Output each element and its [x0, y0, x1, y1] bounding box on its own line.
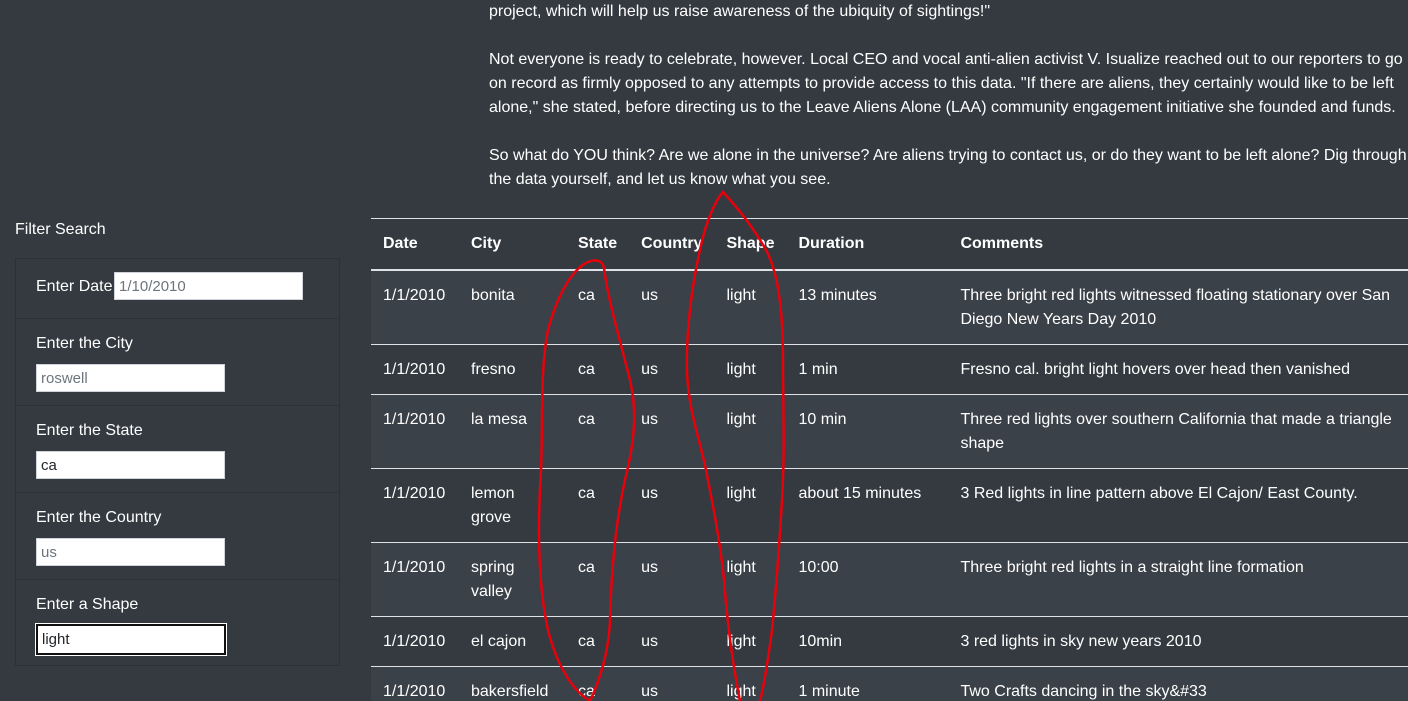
- table-row: 1/1/2010 bonita ca us light 13 minutes Three b…: [371, 270, 1408, 345]
- cell-country: us: [629, 468, 715, 543]
- cell-city: bonita: [459, 270, 566, 345]
- article-paragraph: So what do YOU think? Are we alone in th…: [489, 147, 1407, 188]
- cell-comments: Three red lights over southern Californi…: [948, 394, 1408, 469]
- cell-shape: light: [714, 542, 787, 617]
- cell-country: us: [629, 270, 715, 345]
- article-text: us in our search for aliens — and in hel…: [489, 0, 1408, 216]
- filter-group-date: Enter Date: [16, 259, 339, 319]
- cell-country: us: [629, 616, 715, 667]
- cell-city: el cajon: [459, 616, 566, 667]
- cell-date: 1/1/2010: [371, 394, 459, 469]
- cell-state: ca: [566, 344, 630, 395]
- cell-duration: 1 minute: [786, 666, 949, 701]
- cell-date: 1/1/2010: [371, 468, 459, 543]
- cell-state: ca: [566, 468, 630, 543]
- cell-city: la mesa: [459, 394, 566, 469]
- city-input[interactable]: [36, 364, 225, 392]
- cell-shape: light: [714, 270, 787, 345]
- page: us in our search for aliens — and in hel…: [0, 0, 1408, 701]
- filter-panel: Enter Date Enter the City Enter the Stat…: [15, 258, 340, 666]
- cell-duration: about 15 minutes: [786, 468, 949, 543]
- cell-state: ca: [566, 616, 630, 667]
- state-label: Enter the State: [36, 422, 143, 439]
- header-country: Country: [629, 218, 715, 271]
- cell-country: us: [629, 542, 715, 617]
- cell-country: us: [629, 666, 715, 701]
- cell-shape: light: [714, 666, 787, 701]
- filter-group-shape: Enter a Shape: [16, 580, 339, 665]
- cell-city: bakersfield: [459, 666, 566, 701]
- cell-city: spring valley: [459, 542, 566, 617]
- article-paragraph: us in our search for aliens — and in hel…: [489, 3, 991, 20]
- cell-duration: 10:00: [786, 542, 949, 617]
- cell-comments: Three bright red lights witnessed floati…: [948, 270, 1408, 345]
- country-label: Enter the Country: [36, 509, 162, 526]
- country-input[interactable]: [36, 538, 225, 566]
- cell-shape: light: [714, 344, 787, 395]
- cell-date: 1/1/2010: [371, 666, 459, 701]
- cell-duration: 10min: [786, 616, 949, 667]
- cell-comments: 3 Red lights in line pattern above El Ca…: [948, 468, 1408, 543]
- table-row: 1/1/2010 lemon grove ca us light about 15 min…: [371, 468, 1408, 543]
- cell-date: 1/1/2010: [371, 344, 459, 395]
- cell-date: 1/1/2010: [371, 270, 459, 345]
- cell-comments: Three bright red lights in a straight li…: [948, 542, 1408, 617]
- cell-city: fresno: [459, 344, 566, 395]
- cell-state: ca: [566, 394, 630, 469]
- shape-label: Enter a Shape: [36, 596, 139, 613]
- filter-group-country: Enter the Country: [16, 493, 339, 580]
- cell-date: 1/1/2010: [371, 542, 459, 617]
- cell-shape: light: [714, 616, 787, 667]
- cell-date: 1/1/2010: [371, 616, 459, 667]
- state-input[interactable]: [36, 451, 225, 479]
- table-header-row: Date City State Country Shape Duration C…: [371, 218, 1408, 271]
- header-state: State: [566, 218, 630, 271]
- table-row: 1/1/2010 fresno ca us light 1 min Fresno cal. …: [371, 344, 1408, 395]
- cell-country: us: [629, 394, 715, 469]
- header-date: Date: [371, 218, 459, 271]
- cell-shape: light: [714, 394, 787, 469]
- table-row: 1/1/2010 bakersfield ca us light 1 minute Two …: [371, 666, 1408, 701]
- cell-duration: 1 min: [786, 344, 949, 395]
- cell-duration: 10 min: [786, 394, 949, 469]
- table-row: 1/1/2010 el cajon ca us light 10min 3 red ligh…: [371, 616, 1408, 667]
- table-row: 1/1/2010 la mesa ca us light 10 min Three red …: [371, 394, 1408, 469]
- cell-shape: light: [714, 468, 787, 543]
- date-label: Enter Date: [36, 278, 113, 295]
- cell-comments: 3 red lights in sky new years 2010: [948, 616, 1408, 667]
- ufo-table: Date City State Country Shape Duration C…: [371, 218, 1408, 701]
- filter-group-state: Enter the State: [16, 406, 339, 493]
- cell-country: us: [629, 344, 715, 395]
- filter-title: Filter Search: [15, 221, 106, 238]
- city-label: Enter the City: [36, 335, 133, 352]
- shape-input[interactable]: [36, 624, 226, 655]
- filter-group-city: Enter the City: [16, 319, 339, 406]
- ufo-table-container: Date City State Country Shape Duration C…: [371, 218, 1408, 701]
- cell-state: ca: [566, 542, 630, 617]
- cell-comments: Two Crafts dancing in the sky&#33: [948, 666, 1408, 701]
- table-row: 1/1/2010 spring valley ca us light 10:00 Three…: [371, 542, 1408, 617]
- cell-city: lemon grove: [459, 468, 566, 543]
- cell-state: ca: [566, 666, 630, 701]
- header-city: City: [459, 218, 566, 271]
- cell-duration: 13 minutes: [786, 270, 949, 345]
- date-input[interactable]: [114, 272, 303, 300]
- table-body: 1/1/2010 bonita ca us light 13 minutes Three b…: [371, 270, 1408, 701]
- header-duration: Duration: [786, 218, 949, 271]
- header-comments: Comments: [948, 218, 1408, 271]
- cell-comments: Fresno cal. bright light hovers over hea…: [948, 344, 1408, 395]
- header-shape: Shape: [714, 218, 787, 271]
- cell-state: ca: [566, 270, 630, 345]
- article-paragraph: Not everyone is ready to celebrate, howe…: [489, 51, 1403, 116]
